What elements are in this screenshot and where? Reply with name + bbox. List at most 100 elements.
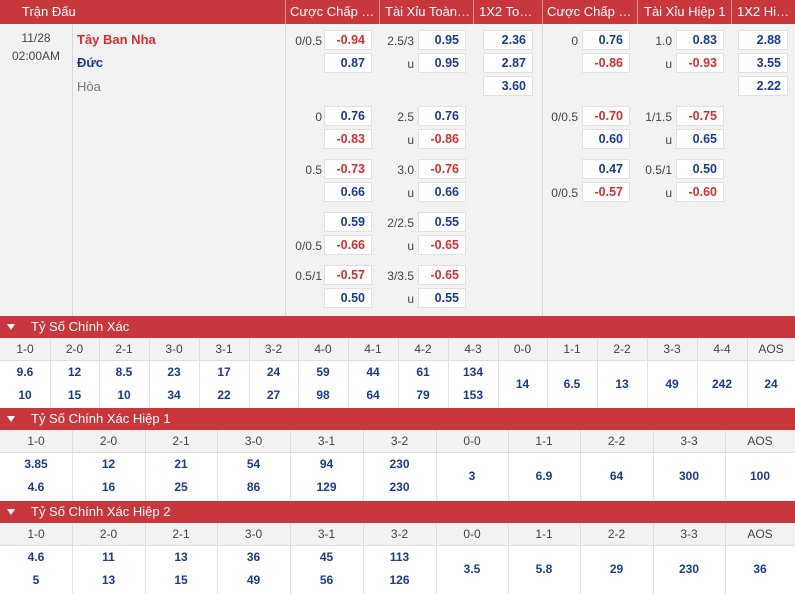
score-odds-away[interactable]: 230 <box>363 480 436 494</box>
handicap-odds-button[interactable]: -0.83 <box>324 129 372 149</box>
score-odds-away[interactable]: 13 <box>72 573 145 587</box>
handicap-odds-button[interactable]: 0.59 <box>324 212 372 232</box>
score-odds-home[interactable]: 64 <box>580 469 653 483</box>
collapse-icon[interactable] <box>7 416 15 422</box>
score-odds-home[interactable]: 54 <box>217 457 290 471</box>
x12-odds-button[interactable]: 2.87 <box>483 53 533 73</box>
score-odds-away[interactable]: 79 <box>398 388 448 402</box>
score-odds-away[interactable]: 5 <box>0 573 72 587</box>
score-odds-away[interactable]: 10 <box>99 388 149 402</box>
score-odds-away[interactable]: 15 <box>145 573 217 587</box>
score-odds-home[interactable]: 17 <box>199 365 249 379</box>
score-odds-home[interactable]: 59 <box>298 365 348 379</box>
score-odds-home[interactable]: 12 <box>72 457 145 471</box>
total-h1-odds-button[interactable]: 0.50 <box>676 159 724 179</box>
total-h1-odds-button[interactable]: -0.60 <box>676 182 724 202</box>
handicap-h1-odds-button[interactable]: 0.47 <box>582 159 630 179</box>
header-over-under-h1[interactable]: Tài Xỉu Hiệp 1 <box>644 0 726 24</box>
score-odds-away[interactable]: 27 <box>249 388 298 402</box>
score-odds-away[interactable]: 4.6 <box>0 480 72 494</box>
score-odds-away[interactable]: 153 <box>448 388 498 402</box>
section-correct-score-h1[interactable]: Tỷ Số Chính Xác Hiệp 1 <box>0 408 795 430</box>
x12-h1-odds-button[interactable]: 2.88 <box>738 30 788 50</box>
score-odds-home[interactable]: 6.5 <box>547 377 597 391</box>
collapse-icon[interactable] <box>7 509 15 515</box>
total-odds-button[interactable]: 0.76 <box>418 106 466 126</box>
header-over-under-full[interactable]: Tài Xỉu Toàn Trận <box>385 0 471 24</box>
score-odds-away[interactable]: 16 <box>72 480 145 494</box>
score-odds-home[interactable]: 44 <box>348 365 398 379</box>
handicap-h1-odds-button[interactable]: -0.70 <box>582 106 630 126</box>
total-h1-odds-button[interactable]: -0.93 <box>676 53 724 73</box>
home-team[interactable]: Tây Ban Nha <box>77 32 156 47</box>
handicap-odds-button[interactable]: 0.87 <box>324 53 372 73</box>
score-odds-home[interactable]: 21 <box>145 457 217 471</box>
score-odds-away[interactable]: 10 <box>0 388 50 402</box>
score-odds-away[interactable]: 22 <box>199 388 249 402</box>
score-odds-away[interactable]: 56 <box>290 573 363 587</box>
score-odds-home[interactable]: 134 <box>448 365 498 379</box>
score-odds-home[interactable]: 12 <box>50 365 99 379</box>
header-handicap-h1[interactable]: Cược Chấp Hiệp 1 <box>547 0 635 24</box>
score-odds-home[interactable]: 9.6 <box>0 365 50 379</box>
score-odds-home[interactable]: 11 <box>72 550 145 564</box>
total-h1-odds-button[interactable]: 0.83 <box>676 30 724 50</box>
collapse-icon[interactable] <box>7 324 15 330</box>
x12-h1-odds-button[interactable]: 2.22 <box>738 76 788 96</box>
handicap-odds-button[interactable]: 0.50 <box>324 288 372 308</box>
header-1x2-full[interactable]: 1X2 Toàn Trận <box>479 0 539 24</box>
score-odds-away[interactable]: 15 <box>50 388 99 402</box>
total-odds-button[interactable]: -0.65 <box>418 265 466 285</box>
score-odds-home[interactable]: 113 <box>363 550 436 564</box>
score-odds-home[interactable]: 49 <box>647 377 697 391</box>
score-odds-home[interactable]: 36 <box>217 550 290 564</box>
section-correct-score-h2[interactable]: Tỷ Số Chính Xác Hiệp 2 <box>0 501 795 523</box>
score-odds-home[interactable]: 29 <box>580 562 653 576</box>
away-team[interactable]: Đức <box>77 55 103 70</box>
score-odds-home[interactable]: 242 <box>697 377 747 391</box>
handicap-h1-odds-button[interactable]: -0.57 <box>582 182 630 202</box>
total-odds-button[interactable]: -0.65 <box>418 235 466 255</box>
x12-odds-button[interactable]: 2.36 <box>483 30 533 50</box>
score-odds-away[interactable]: 129 <box>290 480 363 494</box>
score-odds-home[interactable]: 61 <box>398 365 448 379</box>
score-odds-home[interactable]: 230 <box>653 562 725 576</box>
handicap-odds-button[interactable]: -0.57 <box>324 265 372 285</box>
total-h1-odds-button[interactable]: -0.75 <box>676 106 724 126</box>
score-odds-away[interactable]: 34 <box>149 388 199 402</box>
total-odds-button[interactable]: 0.66 <box>418 182 466 202</box>
header-1x2-h1[interactable]: 1X2 Hiệp 1 <box>737 0 795 24</box>
score-odds-away[interactable]: 86 <box>217 480 290 494</box>
score-odds-home[interactable]: 14 <box>498 377 547 391</box>
total-odds-button[interactable]: 0.55 <box>418 288 466 308</box>
score-odds-home[interactable]: 94 <box>290 457 363 471</box>
section-correct-score[interactable]: Tỷ Số Chính Xác <box>0 316 795 338</box>
total-odds-button[interactable]: 0.55 <box>418 212 466 232</box>
score-odds-home[interactable]: 6.9 <box>508 469 580 483</box>
x12-odds-button[interactable]: 3.60 <box>483 76 533 96</box>
score-odds-away[interactable]: 64 <box>348 388 398 402</box>
handicap-odds-button[interactable]: -0.73 <box>324 159 372 179</box>
handicap-h1-odds-button[interactable]: 0.60 <box>582 129 630 149</box>
score-odds-home[interactable]: 300 <box>653 469 725 483</box>
score-odds-home[interactable]: 24 <box>747 377 795 391</box>
score-odds-home[interactable]: 230 <box>363 457 436 471</box>
score-odds-away[interactable]: 25 <box>145 480 217 494</box>
total-odds-button[interactable]: -0.76 <box>418 159 466 179</box>
handicap-odds-button[interactable]: 0.76 <box>324 106 372 126</box>
score-odds-home[interactable]: 3 <box>436 469 508 483</box>
score-odds-home[interactable]: 13 <box>597 377 647 391</box>
handicap-odds-button[interactable]: -0.66 <box>324 235 372 255</box>
handicap-odds-button[interactable]: -0.94 <box>324 30 372 50</box>
score-odds-home[interactable]: 3.5 <box>436 562 508 576</box>
score-odds-home[interactable]: 3.85 <box>0 457 72 471</box>
score-odds-away[interactable]: 49 <box>217 573 290 587</box>
total-odds-button[interactable]: 0.95 <box>418 53 466 73</box>
handicap-h1-odds-button[interactable]: -0.86 <box>582 53 630 73</box>
score-odds-home[interactable]: 5.8 <box>508 562 580 576</box>
handicap-h1-odds-button[interactable]: 0.76 <box>582 30 630 50</box>
total-h1-odds-button[interactable]: 0.65 <box>676 129 724 149</box>
header-handicap-full[interactable]: Cược Chấp Toàn Trận <box>290 0 378 24</box>
total-odds-button[interactable]: 0.95 <box>418 30 466 50</box>
handicap-odds-button[interactable]: 0.66 <box>324 182 372 202</box>
